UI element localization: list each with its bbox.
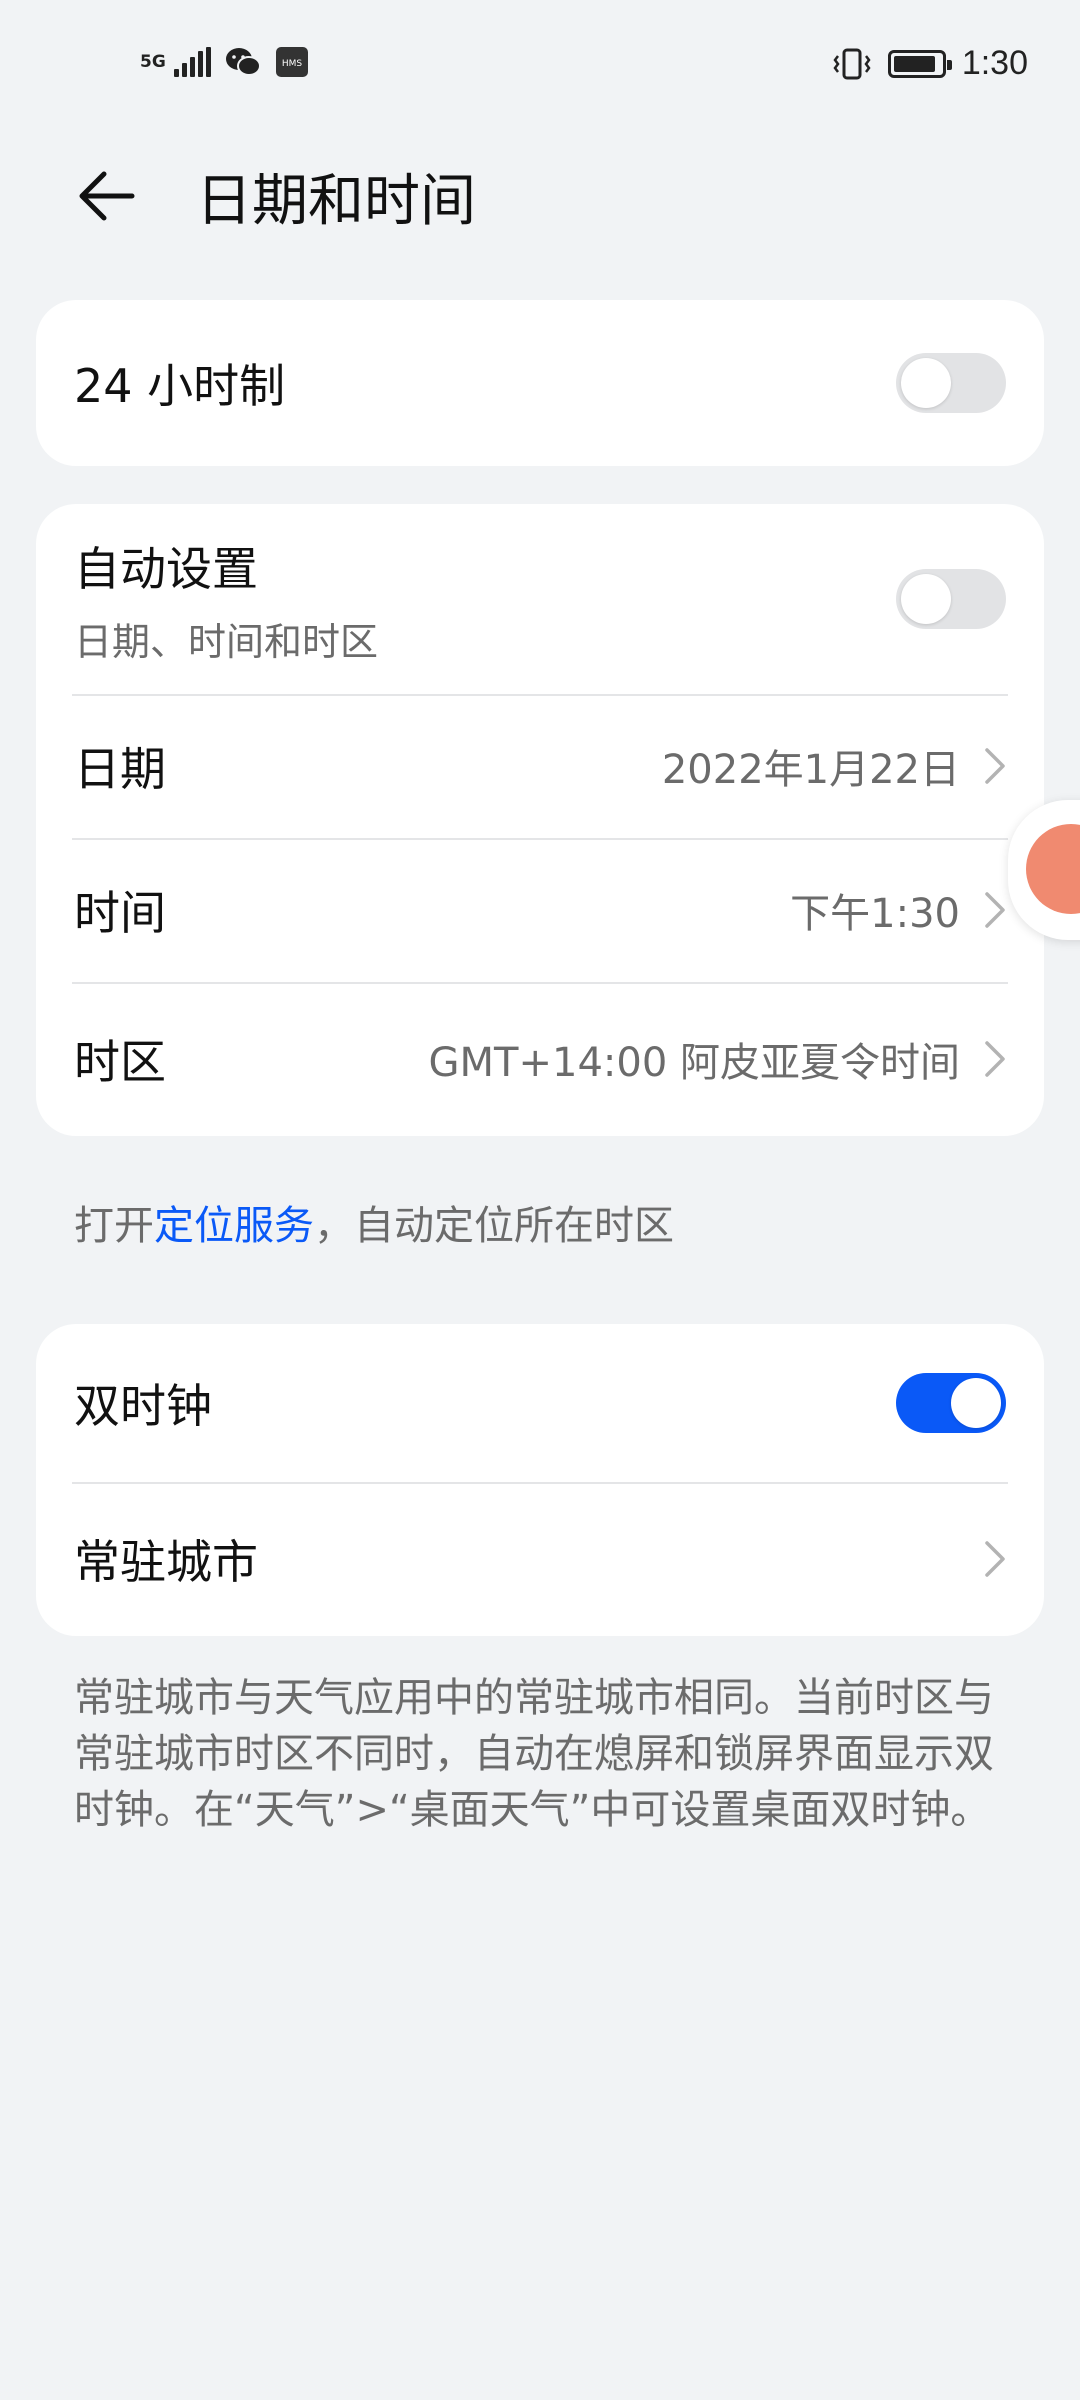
toggle-knob [951, 1378, 1001, 1428]
back-arrow-icon[interactable] [70, 160, 142, 232]
hms-label: HMS [282, 59, 303, 69]
location-note-prefix: 打开 [74, 1203, 154, 1249]
toggle-auto-set[interactable] [896, 569, 1006, 629]
status-right: 1:30 [832, 44, 1028, 83]
toggle-dual-clock[interactable] [896, 1373, 1006, 1433]
row-timezone[interactable]: 时区 GMT+14:00 阿皮亚夏令时间 [36, 982, 1044, 1136]
page-title: 日期和时间 [196, 169, 476, 234]
row-auto-set[interactable]: 自动设置 日期、时间和时区 [36, 504, 1044, 694]
row-label-home-city: 常驻城市 [74, 1535, 258, 1589]
row-sub-auto-set: 日期、时间和时区 [74, 619, 379, 664]
row-time[interactable]: 时间 下午1:30 [36, 838, 1044, 982]
chevron-right-icon [985, 1041, 1005, 1077]
status-time: 1:30 [961, 44, 1028, 82]
chevron-right-icon [985, 748, 1005, 784]
network-type: 5G [140, 51, 166, 72]
location-note-suffix: ，自动定位所在时区 [314, 1203, 674, 1249]
hms-icon: HMS [276, 47, 308, 77]
row-label-timezone: 时区 [74, 1035, 166, 1089]
card-auto-settings: 自动设置 日期、时间和时区 日期 2022年1月22日 时间 下午1:30 时区… [36, 504, 1044, 1136]
row-value-date: 2022年1月22日 [661, 747, 960, 793]
wechat-icon [226, 48, 261, 76]
row-dual-clock[interactable]: 双时钟 [36, 1324, 1044, 1482]
dual-clock-note: 常驻城市与天气应用中的常驻城市相同。当前时区与常驻城市时区不同时，自动在熄屏和锁… [74, 1675, 994, 1833]
row-value-time: 下午1:30 [790, 891, 960, 937]
battery-icon [887, 49, 952, 78]
row-label-date: 日期 [74, 742, 166, 796]
row-home-city[interactable]: 常驻城市 [36, 1482, 1044, 1636]
chevron-right-icon [985, 1541, 1005, 1577]
card-dual-clock: 双时钟 常驻城市 [36, 1324, 1044, 1636]
row-24-hour[interactable]: 24 小时制 [36, 300, 1044, 466]
row-value-timezone: GMT+14:00 阿皮亚夏令时间 [428, 1040, 960, 1086]
toggle-knob [901, 574, 951, 624]
auto-set-text: 自动设置 日期、时间和时区 [74, 533, 378, 666]
location-service-link[interactable]: 定位服务 [154, 1203, 314, 1249]
status-left: 5G HMS [140, 46, 309, 78]
row-date[interactable]: 日期 2022年1月22日 [36, 694, 1044, 838]
row-label-24-hour: 24 小时制 [74, 359, 286, 413]
location-note: 打开定位服务，自动定位所在时区 [74, 1198, 674, 1254]
toggle-knob [901, 358, 951, 408]
battery-fill [893, 55, 936, 72]
toggle-24-hour[interactable] [896, 353, 1006, 413]
page-header: 日期和时间 [0, 150, 1080, 240]
chevron-right-icon [985, 892, 1005, 928]
status-bar: 5G HMS 1:30 [0, 0, 1080, 130]
row-label-dual-clock: 双时钟 [74, 1379, 212, 1433]
assistant-ball-icon [1026, 824, 1080, 914]
vibrate-icon [833, 48, 871, 79]
row-label-auto-set: 自动设置 [74, 541, 258, 596]
row-label-time: 时间 [74, 886, 166, 940]
signal-icon [174, 47, 211, 77]
card-24h: 24 小时制 [36, 300, 1044, 466]
